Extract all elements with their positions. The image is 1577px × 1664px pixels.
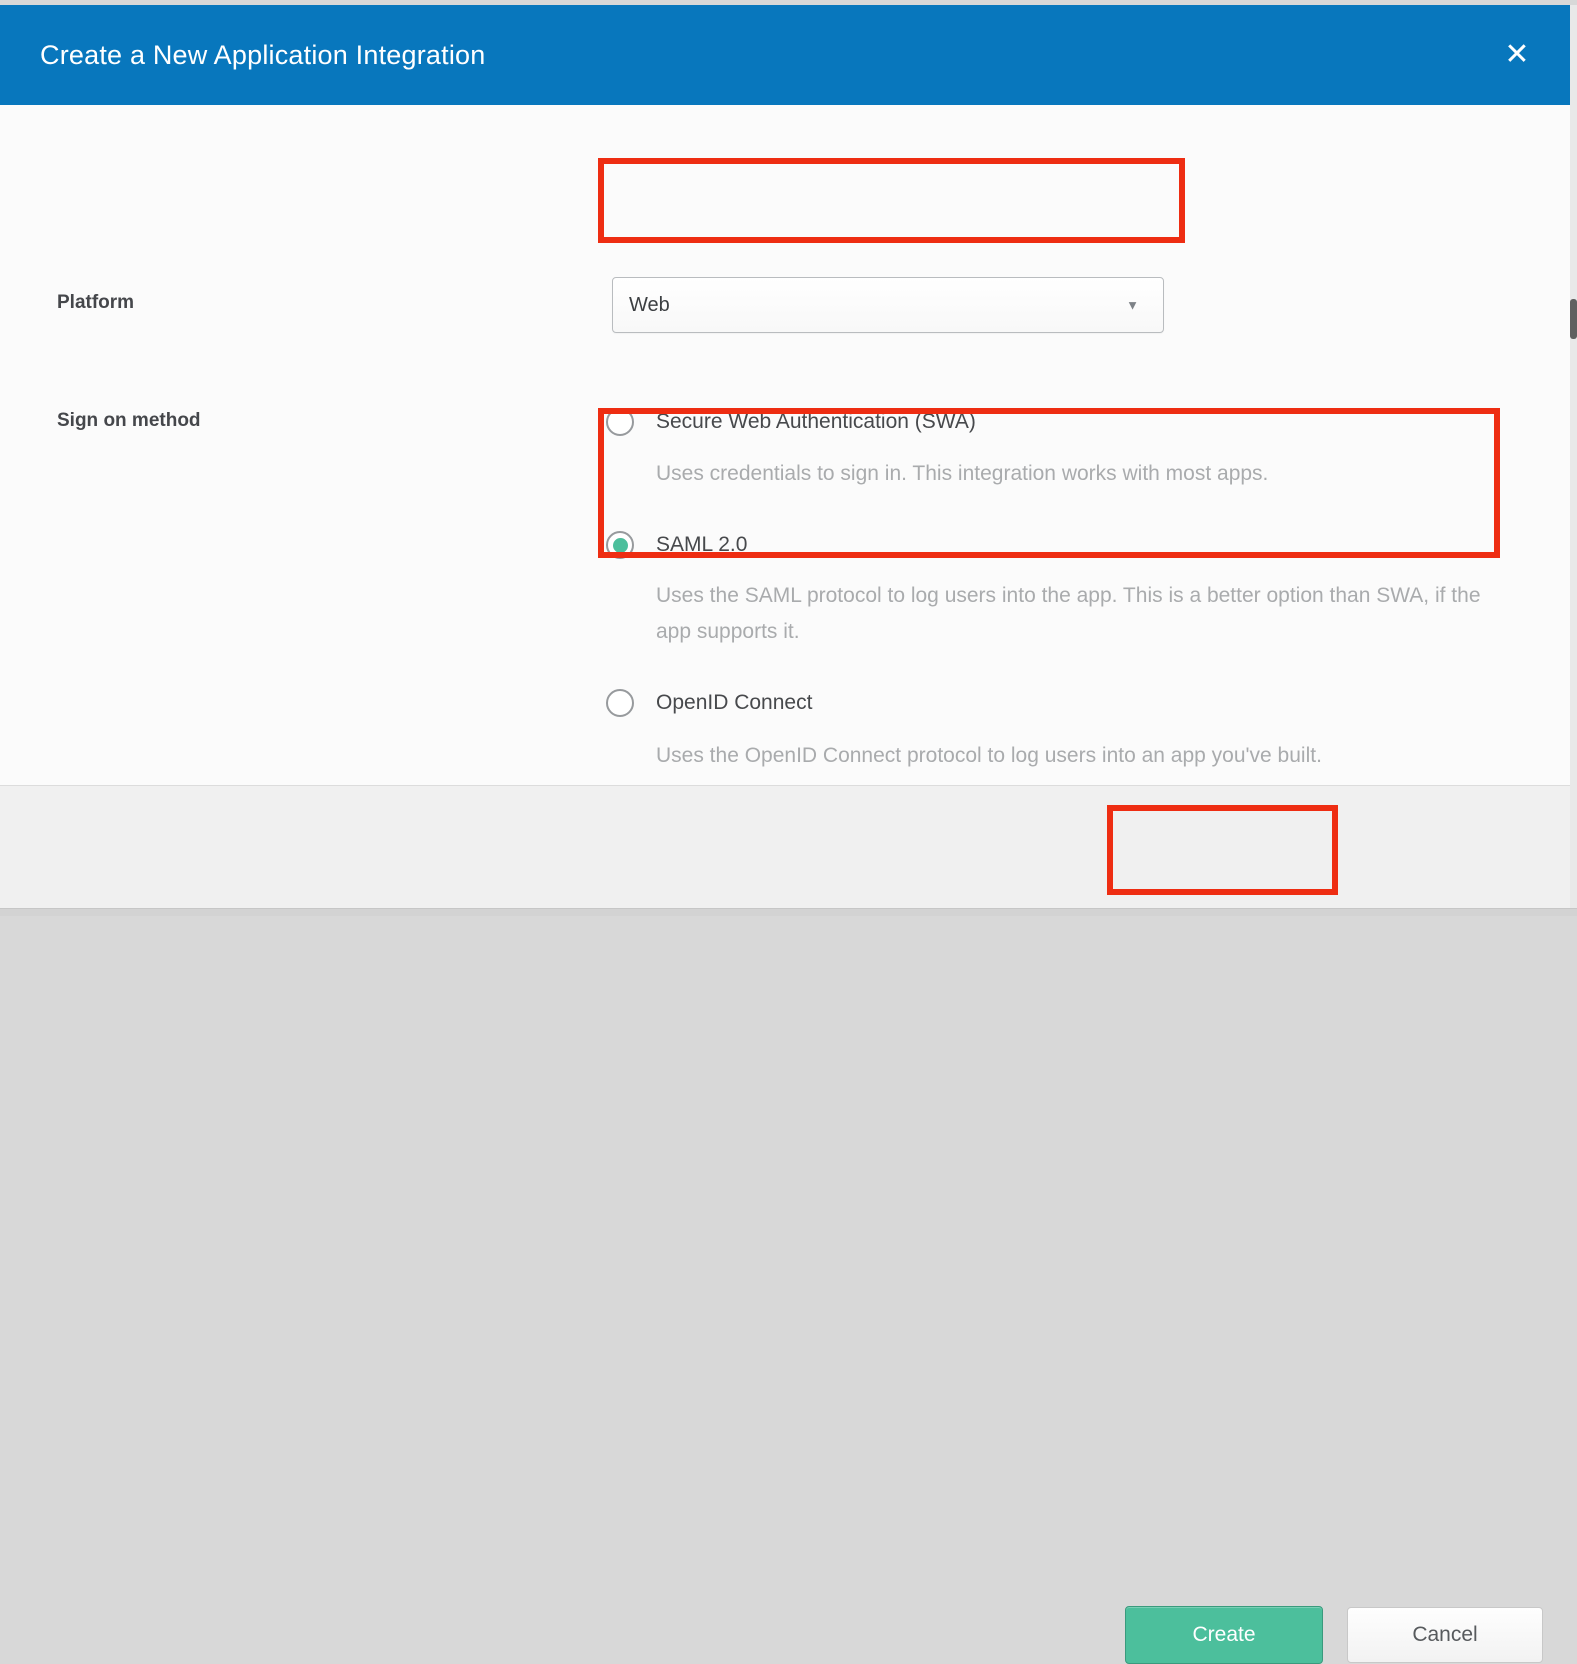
dialog-header: Create a New Application Integration ✕ <box>0 5 1577 105</box>
signon-method-label: Sign on method <box>57 410 201 432</box>
signon-option-openid-description: Uses the OpenID Connect protocol to log … <box>656 738 1322 774</box>
signon-option-openid[interactable]: OpenID Connect <box>606 689 812 717</box>
scrollbar-thumb[interactable] <box>1570 299 1577 339</box>
create-button[interactable]: Create <box>1125 1606 1323 1664</box>
dialog-footer: Create Cancel <box>0 785 1577 908</box>
signon-option-openid-label: OpenID Connect <box>656 691 812 715</box>
scrollbar-track[interactable] <box>1570 5 1577 908</box>
cancel-button[interactable]: Cancel <box>1347 1607 1543 1663</box>
annotation-box-saml-option <box>598 408 1500 558</box>
annotation-box-create-button <box>1107 805 1338 895</box>
signon-option-saml-description: Uses the SAML protocol to log users into… <box>656 578 1481 650</box>
annotation-box-platform-dropdown <box>598 158 1185 243</box>
radio-openid[interactable] <box>606 689 634 717</box>
platform-dropdown[interactable]: Web ▼ <box>612 277 1164 333</box>
platform-label: Platform <box>57 292 134 314</box>
close-icon[interactable]: ✕ <box>1495 33 1539 77</box>
create-app-integration-dialog: Create a New Application Integration ✕ P… <box>0 0 1577 916</box>
page-bottom-strip <box>0 908 1577 916</box>
dialog-title: Create a New Application Integration <box>40 40 485 71</box>
platform-dropdown-value: Web <box>629 294 670 317</box>
chevron-down-icon: ▼ <box>1126 298 1139 313</box>
